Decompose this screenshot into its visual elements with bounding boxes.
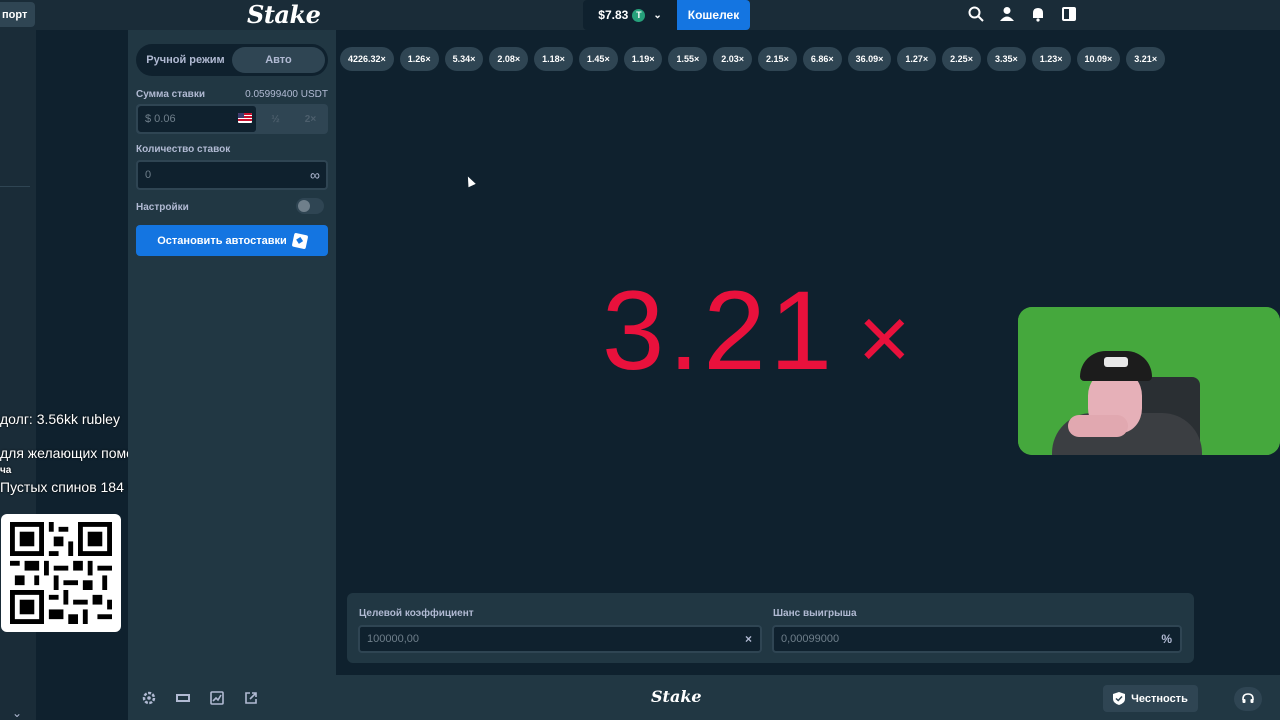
history-chip[interactable]: 6.86× xyxy=(802,47,842,71)
chevron-down-icon[interactable]: ⌄ xyxy=(12,706,22,720)
stop-autobet-label: Остановить автоставки xyxy=(157,234,287,247)
bet-amount-row: $ 0.06 ½ 2× xyxy=(136,104,328,134)
search-icon[interactable] xyxy=(968,6,984,22)
nav-divider xyxy=(0,186,30,187)
tab-auto-mode[interactable]: Авто xyxy=(232,47,325,73)
sport-tab[interactable]: порт xyxy=(0,2,35,27)
history-chip[interactable]: 5.34× xyxy=(444,47,484,71)
history-chip[interactable]: 1.26× xyxy=(399,47,439,71)
qr-code xyxy=(1,514,121,632)
bell-icon[interactable] xyxy=(1030,6,1046,22)
settings-label: Настройки xyxy=(136,202,189,213)
bet-amount-label: Сумма ставки xyxy=(136,89,205,100)
cards-icon xyxy=(291,232,309,249)
bet-count-label: Количество ставок xyxy=(136,144,231,155)
history-chip[interactable]: 3.21× xyxy=(1126,47,1166,71)
wallet-button[interactable]: Кошелек xyxy=(677,0,750,30)
theater-mode-icon[interactable] xyxy=(176,691,190,705)
stake-logo[interactable]: Stake xyxy=(247,0,321,30)
percent-icon: % xyxy=(1161,632,1172,646)
footer-stake-logo: Stake xyxy=(651,687,702,706)
game-footer: Stake Честность xyxy=(128,675,1280,720)
balance-selector[interactable]: $7.83 T ⌄ xyxy=(583,0,677,30)
tab-manual-mode[interactable]: Ручной режим xyxy=(139,47,232,73)
win-chance-label: Шанс выигрыша xyxy=(773,608,857,619)
footer-controls xyxy=(142,691,258,705)
history-chip[interactable]: 1.19× xyxy=(623,47,663,71)
double-bet-button[interactable]: 2× xyxy=(293,104,328,134)
stake-limbo-page: порт Stake $7.83 T ⌄ Кошелек ⌄ долг: 3.5… xyxy=(0,0,1280,720)
history-chip[interactable]: 1.45× xyxy=(578,47,618,71)
fairness-label: Честность xyxy=(1131,692,1188,705)
support-button[interactable] xyxy=(1234,687,1262,711)
result-suffix: × xyxy=(857,289,915,389)
bet-control-panel: Ручной режим Авто Сумма ставки 0.0599940… xyxy=(128,30,336,675)
result-multiplier: 3.21 × xyxy=(602,266,915,395)
bet-amount-value: $ 0.06 xyxy=(145,113,176,125)
history-chips: 4226.32× 1.26× 5.34× 2.08× 1.18× 1.45× 1.19× 1.… xyxy=(340,47,1166,71)
history-chip[interactable]: 36.09× xyxy=(847,47,892,71)
history-chip[interactable]: 1.55× xyxy=(668,47,708,71)
win-chance-value: 0,00099000 xyxy=(781,633,840,645)
game-params-panel: Целевой коэффициент 100000,00 × Шанс выи… xyxy=(347,593,1194,663)
multiply-icon: × xyxy=(744,632,752,646)
result-value: 3.21 xyxy=(602,268,836,393)
overlay-cut-text: ча xyxy=(0,465,12,476)
half-bet-button[interactable]: ½ xyxy=(258,104,293,134)
mouse-cursor-icon xyxy=(464,174,476,188)
history-chip[interactable]: 2.08× xyxy=(489,47,529,71)
stop-autobet-button[interactable]: Остановить автоставки xyxy=(136,225,328,256)
history-chip[interactable]: 2.25× xyxy=(942,47,981,71)
usdt-icon: T xyxy=(632,8,646,22)
settings-icon[interactable] xyxy=(142,691,156,705)
history-chip[interactable]: 3.35× xyxy=(986,47,1026,71)
win-chance-input[interactable]: 0,00099000 % xyxy=(772,625,1182,653)
headset-icon xyxy=(1242,693,1254,703)
us-flag-icon xyxy=(238,113,252,123)
history-chip[interactable]: 1.18× xyxy=(534,47,573,71)
bet-count-value: 0 xyxy=(145,169,152,181)
target-multiplier-label: Целевой коэффициент xyxy=(359,608,474,619)
overlay-debt-text: долг: 3.56kk rubley xyxy=(0,411,120,427)
sidebar-toggle-icon[interactable] xyxy=(1061,6,1077,22)
history-chip[interactable]: 4226.32× xyxy=(340,47,394,71)
history-chip[interactable]: 1.23× xyxy=(1031,47,1071,71)
history-chip[interactable]: 1.27× xyxy=(897,47,937,71)
target-multiplier-input[interactable]: 100000,00 × xyxy=(358,625,762,653)
bet-amount-crypto: 0.05999400 USDT xyxy=(245,89,328,100)
chevron-down-icon: ⌄ xyxy=(653,9,662,21)
bet-amount-input[interactable]: $ 0.06 xyxy=(138,106,256,132)
shield-icon xyxy=(1113,692,1126,705)
bet-count-input[interactable]: 0 ∞ xyxy=(136,160,328,190)
target-multiplier-value: 100000,00 xyxy=(367,633,419,645)
history-chip[interactable]: 2.15× xyxy=(758,47,797,71)
balance-amount: $7.83 xyxy=(598,8,629,22)
history-chip[interactable]: 10.09× xyxy=(1076,47,1121,71)
popout-icon[interactable] xyxy=(244,691,258,705)
settings-toggle[interactable] xyxy=(296,198,324,214)
header-icons xyxy=(968,6,1077,22)
fairness-button[interactable]: Честность xyxy=(1103,685,1198,712)
mode-toggle: Ручной режим Авто xyxy=(136,44,328,76)
top-header: порт Stake $7.83 T ⌄ Кошелек xyxy=(0,0,1280,30)
user-icon[interactable] xyxy=(999,6,1015,22)
infinity-icon: ∞ xyxy=(310,167,320,183)
stats-icon[interactable] xyxy=(210,691,224,705)
webcam-overlay xyxy=(1018,307,1280,455)
history-chip[interactable]: 2.03× xyxy=(713,47,753,71)
